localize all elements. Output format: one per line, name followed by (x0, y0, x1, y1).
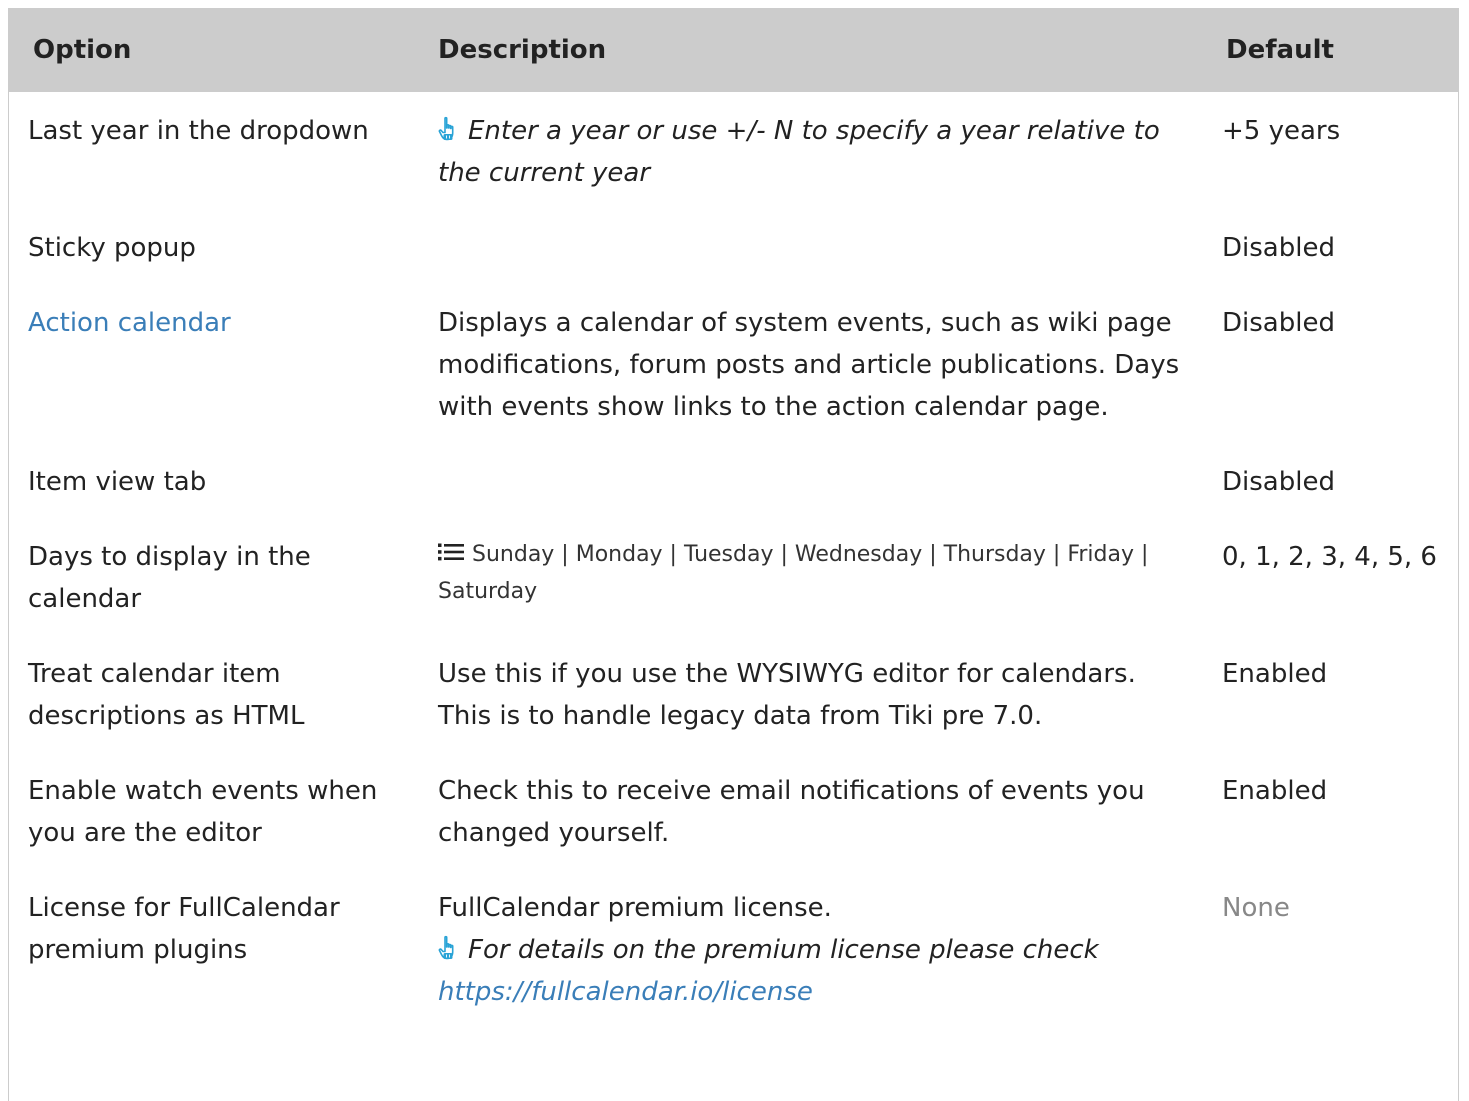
table-row: Sticky popup Disabled (9, 211, 1458, 286)
description-cell: Check this to receive email notification… (438, 776, 1145, 848)
description-cell (414, 445, 1198, 520)
default-cell: None (1222, 893, 1290, 923)
header-default: Default (1198, 8, 1458, 92)
default-cell: Disabled (1222, 308, 1335, 338)
table-row: Action calendar Displays a calendar of s… (9, 286, 1458, 445)
option-cell: License for FullCalendar premium plugins (28, 893, 340, 965)
pointing-hand-icon (438, 116, 462, 142)
option-cell: Treat calendar item descriptions as HTML (28, 659, 305, 731)
option-cell: Sticky popup (28, 233, 196, 263)
description-cell: FullCalendar premium license. For detail… (414, 871, 1198, 1030)
table-row: Days to display in the calendar Sunday |… (9, 520, 1458, 637)
table-row: License for FullCalendar premium plugins… (9, 871, 1458, 1030)
option-cell: Last year in the dropdown (28, 116, 369, 146)
action-calendar-link[interactable]: Action calendar (28, 308, 231, 338)
table-row: Last year in the dropdown Enter a year o… (9, 92, 1458, 211)
license-link[interactable]: https://fullcalendar.io/license (438, 977, 813, 1007)
default-cell: Disabled (1222, 233, 1335, 263)
hint-block: For details on the premium license pleas… (438, 929, 1186, 1013)
option-cell: Action calendar (9, 286, 414, 445)
default-cell: 0, 1, 2, 3, 4, 5, 6 (1222, 542, 1437, 572)
table-row: Item view tab Disabled (9, 445, 1458, 520)
list-icon (438, 543, 464, 561)
option-cell: Item view tab (28, 467, 207, 497)
hint-text: Enter a year or use +/- N to specify a y… (438, 116, 1160, 188)
default-cell: Disabled (1222, 467, 1335, 497)
weekday-options: Sunday | Monday | Tuesday | Wednesday | … (438, 542, 1149, 604)
default-cell: Enabled (1222, 659, 1328, 689)
description-cell (414, 211, 1198, 286)
weekday-list: Sunday | Monday | Tuesday | Wednesday | … (438, 536, 1186, 610)
description-cell: Use this if you use the WYSIWYG editor f… (438, 659, 1136, 731)
option-cell: Enable watch events when you are the edi… (28, 776, 378, 848)
preferences-table: Option Description Default Last year in … (9, 8, 1458, 1030)
hint-text: For details on the premium license pleas… (468, 935, 1099, 965)
default-cell: +5 years (1222, 116, 1341, 146)
description-cell: Displays a calendar of system events, su… (438, 308, 1180, 422)
header-description: Description (414, 8, 1198, 92)
description-cell: Sunday | Monday | Tuesday | Wednesday | … (414, 520, 1198, 637)
description-cell: Enter a year or use +/- N to specify a y… (414, 92, 1198, 211)
table-row: Treat calendar item descriptions as HTML… (9, 637, 1458, 754)
header-row: Option Description Default (9, 8, 1458, 92)
header-option: Option (9, 8, 414, 92)
option-cell: Days to display in the calendar (28, 542, 311, 614)
description-text: FullCalendar premium license. (438, 893, 832, 923)
default-cell: Enabled (1222, 776, 1328, 806)
table-row: Enable watch events when you are the edi… (9, 754, 1458, 871)
preferences-table-container: Option Description Default Last year in … (8, 8, 1459, 1101)
pointing-hand-icon (438, 935, 462, 961)
